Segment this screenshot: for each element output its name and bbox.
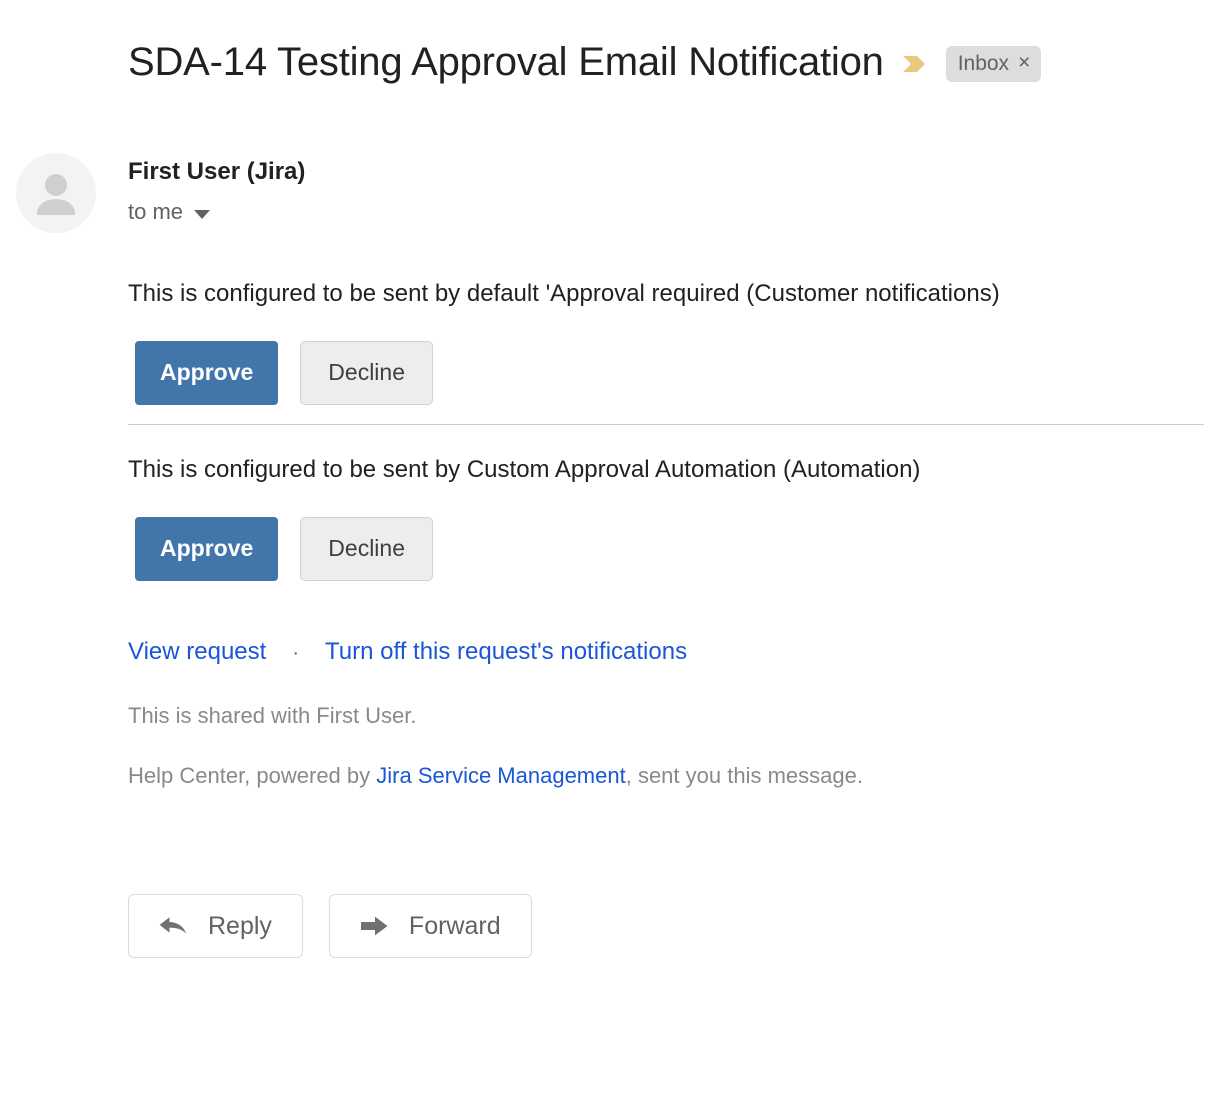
powered-by-prefix: Help Center, powered by [128, 763, 377, 788]
reply-arrow-icon [159, 917, 187, 934]
recipient-row[interactable]: to me [128, 198, 211, 226]
forward-button[interactable]: Forward [328, 894, 532, 958]
section-divider [128, 424, 1204, 425]
forward-arrow-icon [360, 916, 388, 936]
approval-actions-1: Approve Decline [135, 341, 434, 405]
approval-message-2: This is configured to be sent by Custom … [128, 456, 921, 483]
powered-by-note: Help Center, powered by Jira Service Man… [128, 762, 863, 790]
decline-button-1[interactable]: Decline [300, 341, 434, 405]
reply-button-label: Reply [208, 912, 272, 940]
label-chip-label: Inbox [957, 51, 1010, 75]
request-links: View request · Turn off this request's n… [128, 637, 687, 668]
close-icon[interactable]: × [1018, 52, 1030, 74]
turn-off-notifications-link[interactable]: Turn off this request's notifications [325, 637, 687, 667]
label-chip-inbox[interactable]: Inbox × [945, 45, 1042, 82]
subject-header: SDA-14 Testing Approval Email Notificati… [128, 36, 1186, 88]
approval-message-1: This is configured to be sent by default… [128, 280, 1000, 307]
jira-service-management-link[interactable]: Jira Service Management [376, 763, 625, 788]
forward-button-label: Forward [408, 912, 501, 940]
sender-name: First User (Jira) [128, 158, 306, 185]
page-title: SDA-14 Testing Approval Email Notificati… [128, 40, 884, 84]
reply-button[interactable]: Reply [128, 894, 303, 958]
avatar[interactable] [16, 153, 96, 233]
link-separator: · [292, 642, 299, 664]
approve-button-1[interactable]: Approve [135, 341, 279, 405]
important-chevron-icon[interactable] [900, 49, 930, 79]
recipient-label: to me [128, 199, 184, 224]
message-actions: Reply Forward [128, 894, 532, 958]
powered-by-suffix: , sent you this message. [625, 763, 863, 788]
person-avatar-icon [37, 174, 75, 215]
approval-actions-2: Approve Decline [135, 517, 434, 581]
decline-button-2[interactable]: Decline [300, 517, 434, 581]
approve-button-2[interactable]: Approve [135, 517, 279, 581]
shared-with-note: This is shared with First User. [128, 703, 417, 728]
chevron-down-icon[interactable] [194, 209, 211, 219]
view-request-link[interactable]: View request [128, 637, 266, 667]
